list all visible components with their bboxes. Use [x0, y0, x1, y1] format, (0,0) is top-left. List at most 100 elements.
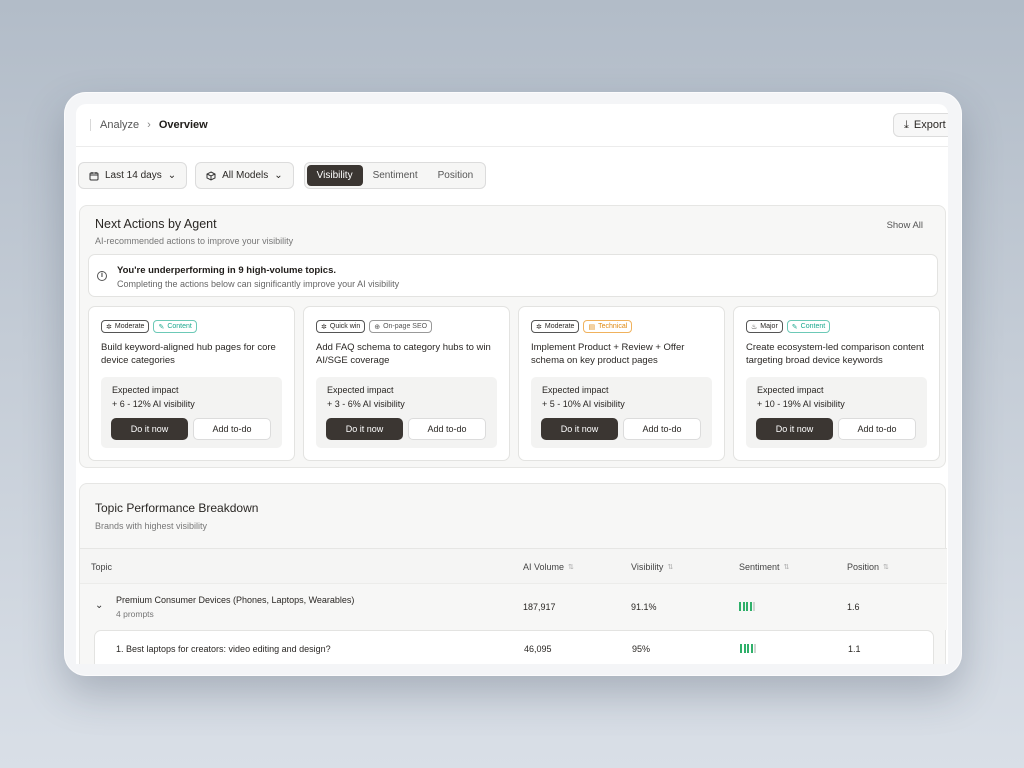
export-button[interactable]: ⤓ Export — [893, 113, 948, 137]
impact-label: Expected impact — [112, 385, 179, 395]
export-label: Export — [913, 119, 946, 131]
action-title: Implement Product + Review + Offer schem… — [531, 342, 685, 366]
sentiment-segment — [749, 602, 752, 611]
table-header: Topic AI Volume ⇅ Visibility ⇅ Sentiment ⇅ … — [80, 548, 947, 584]
flame-icon: ♨ — [751, 323, 758, 331]
chevron-down-icon[interactable]: ⌄ — [95, 600, 103, 611]
sentiment-segment — [753, 602, 755, 611]
app-window: Analyze › Overview ⤓ Export Last 14 days… — [76, 104, 948, 664]
impact-value: + 10 - 19% AI visibility — [757, 399, 845, 409]
sentiment-segment — [743, 644, 746, 653]
impact-value: + 3 - 6% AI visibility — [327, 399, 405, 409]
breadcrumb-current: Overview — [158, 119, 208, 131]
add-todo-button[interactable]: Add to-do — [623, 418, 701, 440]
sentiment-segment — [740, 644, 742, 653]
do-it-now-button[interactable]: Do it now — [756, 418, 833, 440]
impact-value: + 5 - 10% AI visibility — [542, 399, 625, 409]
action-cards: ✲ Moderate ✎ Content Build keyword-aligned… — [88, 306, 940, 461]
effort-badge: ♨ Major — [746, 320, 783, 333]
impact-box: Expected impact + 3 - 6% AI visibility D… — [316, 377, 497, 448]
table-row[interactable]: ⌄ Premium Consumer Devices (Phones, Lapt… — [80, 584, 947, 630]
sidebar-edge — [90, 119, 91, 131]
info-icon: i — [97, 271, 107, 281]
models-select[interactable]: All Models ⌄ — [195, 162, 294, 189]
sort-icon: ⇅ — [883, 564, 889, 571]
top-bar: Analyze › Overview ⤓ Export — [76, 104, 948, 147]
sort-icon: ⇅ — [783, 564, 790, 571]
visibility-cell: 95% — [632, 644, 651, 654]
breadcrumb-separator: › — [147, 119, 151, 131]
do-it-now-button[interactable]: Do it now — [111, 418, 188, 440]
show-all-link[interactable]: Show All — [887, 220, 923, 231]
category-badge: ✎ Content — [786, 320, 831, 333]
action-card: ✲ Moderate ✎ Content Build keyword-aligned… — [88, 306, 295, 461]
sparkle-icon: ✲ — [106, 323, 112, 331]
table-row[interactable]: 1. Best laptops for creators: video edit… — [94, 630, 934, 664]
pencil-icon: ✎ — [158, 323, 165, 331]
underperforming-alert: i You're underperforming in 9 high-volum… — [88, 254, 938, 297]
prompt-text: 1. Best laptops for creators: video edit… — [116, 644, 331, 654]
sentiment-segment — [754, 644, 756, 653]
ai-volume-cell: 187,917 — [523, 602, 556, 612]
globe-icon: ⊕ — [374, 323, 381, 331]
add-todo-button[interactable]: Add to-do — [193, 418, 271, 440]
action-title: Build keyword-aligned hub pages for core… — [101, 342, 276, 366]
metric-tabs: Visibility Sentiment Position — [303, 162, 487, 189]
document-icon: ▤ — [588, 323, 596, 331]
pencil-icon: ✎ — [791, 323, 798, 331]
sentiment-segment — [739, 602, 741, 611]
action-title: Add FAQ schema to category hubs to win A… — [316, 342, 491, 366]
do-it-now-button[interactable]: Do it now — [541, 418, 618, 440]
breadcrumb-parent[interactable]: Analyze — [100, 119, 139, 131]
topic-performance-panel: Topic Performance Breakdown Brands with … — [79, 483, 947, 664]
tab-visibility[interactable]: Visibility — [306, 165, 363, 186]
sentiment-bars — [739, 602, 755, 611]
add-todo-button[interactable]: Add to-do — [408, 418, 486, 440]
effort-badge: ✲ Moderate — [101, 320, 150, 333]
models-value: All Models — [222, 170, 269, 181]
impact-box: Expected impact + 6 - 12% AI visibility … — [101, 377, 282, 448]
category-badge: ✎ Content — [153, 320, 197, 333]
sentiment-segment — [742, 602, 745, 611]
chevron-down-icon: ⌄ — [274, 170, 283, 181]
sparkle-icon: ✲ — [536, 323, 542, 331]
sparkle-icon: ✲ — [321, 323, 327, 331]
chevron-down-icon: ⌄ — [167, 170, 177, 181]
column-header-ai-volume[interactable]: AI Volume ⇅ — [523, 562, 574, 572]
impact-box: Expected impact + 10 - 19% AI visibility… — [746, 377, 927, 448]
do-it-now-button[interactable]: Do it now — [326, 418, 403, 440]
topic-name: Premium Consumer Devices (Phones, Laptop… — [116, 595, 355, 605]
topic-performance-title: Topic Performance Breakdown — [95, 501, 259, 515]
next-actions-title: Next Actions by Agent — [95, 217, 217, 231]
visibility-cell: 91.1% — [631, 602, 657, 612]
sort-icon: ⇅ — [667, 564, 674, 571]
category-badge: ⊕ On-page SEO — [369, 320, 433, 333]
effort-badge: ✲ Quick win — [316, 320, 366, 333]
position-cell: 1.6 — [847, 602, 860, 612]
prompt-count: 4 prompts — [116, 609, 154, 619]
filter-bar: Last 14 days ⌄ All Models ⌄ Visibility S… — [78, 162, 487, 189]
action-card: ♨ Major ✎ Content Create ecosystem-led com… — [733, 306, 940, 461]
impact-value: + 6 - 12% AI visibility — [112, 399, 195, 409]
alert-title: You're underperforming in 9 high-volume … — [117, 265, 337, 276]
impact-label: Expected impact — [542, 385, 609, 395]
date-range-select[interactable]: Last 14 days ⌄ — [78, 162, 188, 189]
sort-icon: ⇅ — [568, 564, 574, 571]
action-title: Create ecosystem-led comparison content … — [746, 342, 924, 366]
ai-volume-cell: 46,095 — [524, 644, 552, 654]
tab-position[interactable]: Position — [428, 165, 484, 186]
add-todo-button[interactable]: Add to-do — [838, 418, 916, 440]
sentiment-bars — [740, 644, 756, 653]
impact-label: Expected impact — [757, 385, 824, 395]
tab-sentiment[interactable]: Sentiment — [363, 165, 428, 186]
next-actions-panel: Next Actions by Agent AI-recommended act… — [79, 205, 946, 468]
column-header-topic: Topic — [91, 562, 113, 572]
column-header-visibility[interactable]: Visibility ⇅ — [631, 562, 673, 572]
impact-box: Expected impact + 5 - 10% AI visibility … — [531, 377, 712, 448]
column-header-position[interactable]: Position ⇅ — [847, 562, 889, 572]
alert-subtitle: Completing the actions below can signifi… — [117, 279, 400, 289]
effort-badge: ✲ Moderate — [531, 320, 580, 333]
impact-label: Expected impact — [327, 385, 394, 395]
column-header-sentiment[interactable]: Sentiment ⇅ — [739, 562, 789, 572]
sentiment-segment — [750, 644, 753, 653]
